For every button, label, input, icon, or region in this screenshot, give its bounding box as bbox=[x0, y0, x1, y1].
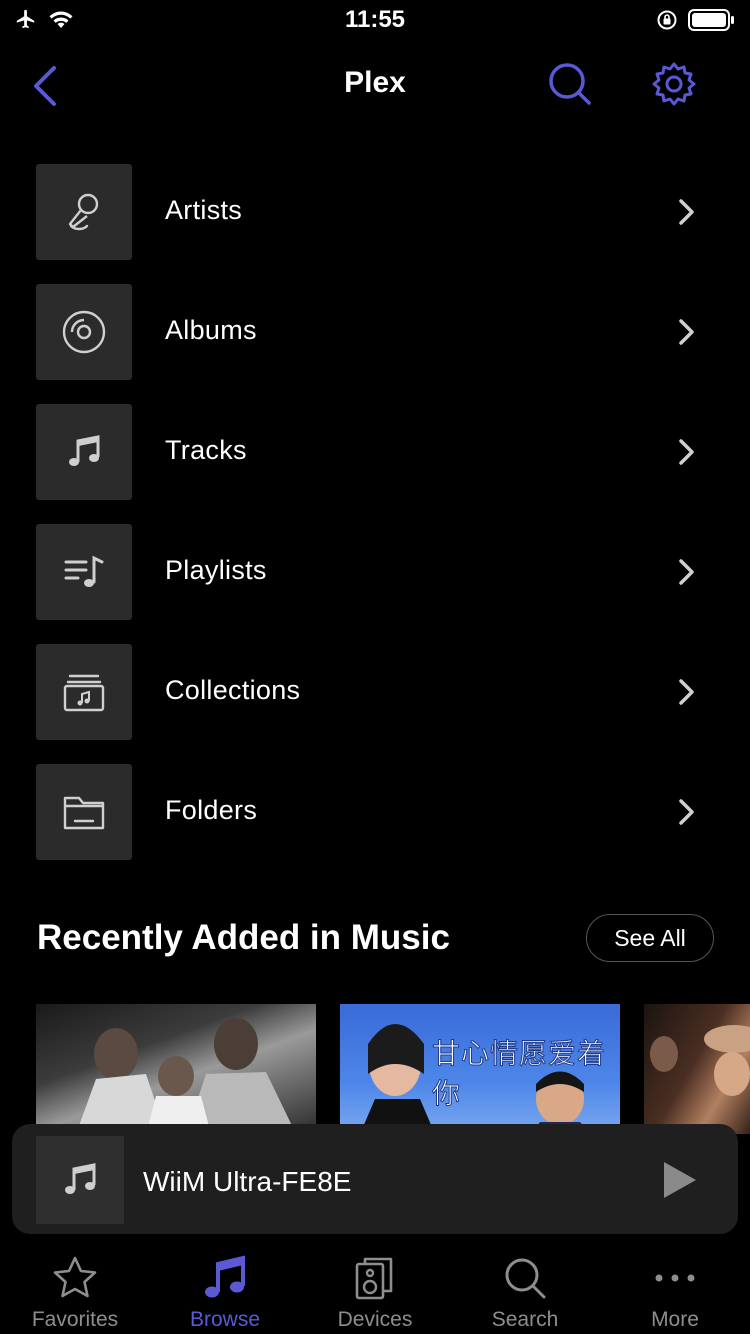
menu-item-collections[interactable]: Collections bbox=[0, 644, 750, 740]
menu-item-artists[interactable]: Artists bbox=[0, 164, 750, 260]
gear-icon[interactable] bbox=[650, 60, 698, 108]
chevron-right-icon bbox=[679, 799, 694, 825]
folders-thumb bbox=[36, 764, 132, 860]
tab-label: Favorites bbox=[31, 1308, 119, 1331]
album-art-image bbox=[76, 1018, 296, 1134]
menu-item-tracks[interactable]: Tracks bbox=[0, 404, 750, 500]
tab-favorites[interactable]: Favorites bbox=[0, 1240, 150, 1334]
disc-icon bbox=[62, 310, 106, 354]
more-icon bbox=[655, 1274, 695, 1282]
tab-devices[interactable]: Devices bbox=[300, 1240, 450, 1334]
see-all-button[interactable]: See All bbox=[586, 914, 714, 962]
menu-item-folders[interactable]: Folders bbox=[0, 764, 750, 860]
chevron-right-icon bbox=[679, 319, 694, 345]
folder-icon bbox=[63, 796, 105, 830]
mini-player-device-name: WiiM Ultra-FE8E bbox=[143, 1166, 352, 1197]
rotation-lock-icon bbox=[657, 10, 677, 30]
battery-icon bbox=[688, 9, 734, 31]
music-note-icon bbox=[69, 435, 100, 466]
search-icon[interactable] bbox=[546, 60, 594, 108]
status-time: 11:55 bbox=[344, 6, 406, 33]
artists-thumb bbox=[36, 164, 132, 260]
menu-item-label: Tracks bbox=[165, 435, 247, 465]
tab-label: Devices bbox=[337, 1308, 413, 1331]
album-art-text: 甘心情愿爱着你 bbox=[432, 1037, 607, 1111]
chevron-right-icon bbox=[679, 199, 694, 225]
menu-item-albums[interactable]: Albums bbox=[0, 284, 750, 380]
music-note-icon bbox=[65, 1163, 96, 1194]
status-bar: 11:55 bbox=[0, 0, 750, 40]
menu-item-label: Collections bbox=[165, 675, 301, 705]
album-art-image bbox=[650, 1025, 750, 1096]
status-right bbox=[656, 8, 736, 32]
collection-icon bbox=[63, 674, 105, 712]
albums-thumb bbox=[36, 284, 132, 380]
play-icon[interactable] bbox=[660, 1160, 700, 1200]
page-title: Plex bbox=[344, 66, 406, 99]
mini-player[interactable]: WiiM Ultra-FE8E bbox=[12, 1124, 738, 1234]
navigation-bar: Plex bbox=[0, 50, 750, 120]
album-cover[interactable] bbox=[36, 1004, 316, 1134]
tab-search[interactable]: Search bbox=[450, 1240, 600, 1334]
search-icon bbox=[505, 1258, 546, 1299]
mini-player-artwork bbox=[36, 1136, 124, 1224]
section-title-recently-added: Recently Added in Music bbox=[37, 918, 450, 957]
playlists-thumb bbox=[36, 524, 132, 620]
tab-label: More bbox=[651, 1308, 699, 1331]
browse-menu: Artists Albums Tracks Playlists Collecti… bbox=[0, 164, 750, 884]
chevron-right-icon bbox=[679, 679, 694, 705]
tracks-thumb bbox=[36, 404, 132, 500]
speaker-icon bbox=[355, 1257, 393, 1300]
album-cover[interactable] bbox=[644, 1004, 750, 1134]
tab-label: Search bbox=[491, 1308, 559, 1331]
menu-item-label: Playlists bbox=[165, 555, 267, 585]
tab-more[interactable]: More bbox=[600, 1240, 750, 1334]
star-icon bbox=[53, 1256, 97, 1298]
recently-added-carousel[interactable]: 甘心情愿爱着你 bbox=[36, 1004, 750, 1134]
menu-item-label: Albums bbox=[165, 315, 257, 345]
collections-thumb bbox=[36, 644, 132, 740]
playlist-icon bbox=[64, 555, 104, 587]
menu-item-label: Folders bbox=[165, 795, 258, 825]
tab-browse[interactable]: Browse bbox=[150, 1240, 300, 1334]
microphone-icon bbox=[68, 193, 99, 231]
music-note-icon bbox=[205, 1255, 245, 1298]
tab-label: Browse bbox=[189, 1308, 261, 1331]
menu-item-playlists[interactable]: Playlists bbox=[0, 524, 750, 620]
tab-bar: Favorites Browse Devices Search More bbox=[0, 1240, 750, 1334]
chevron-right-icon bbox=[679, 439, 694, 465]
menu-item-label: Artists bbox=[165, 195, 243, 225]
chevron-right-icon bbox=[679, 559, 694, 585]
album-cover[interactable]: 甘心情愿爱着你 bbox=[340, 1004, 620, 1134]
